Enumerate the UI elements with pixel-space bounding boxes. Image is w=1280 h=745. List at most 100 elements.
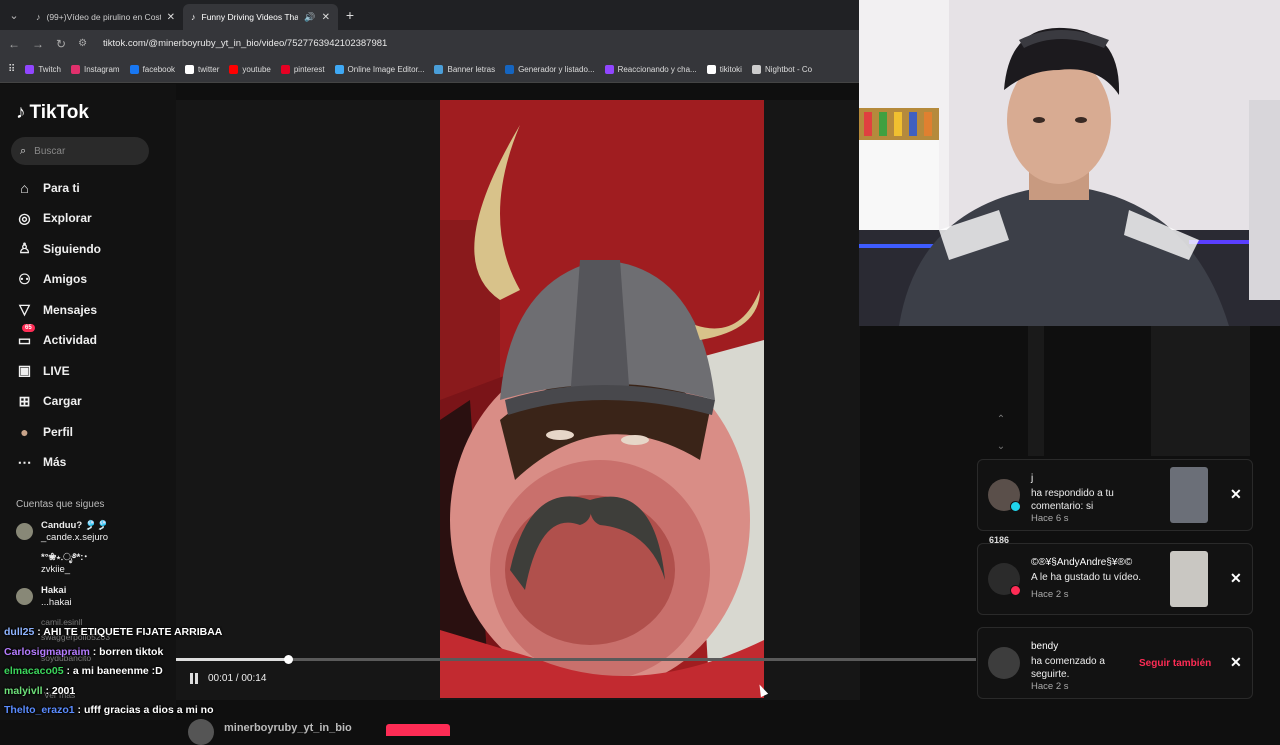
new-tab-button[interactable]: + <box>338 7 362 23</box>
video-frame[interactable] <box>440 100 764 698</box>
following-account[interactable]: *°❀⋆.ೃ࿔*:･ zvkiie_ <box>16 552 88 576</box>
chat-message: elmacaco05 : a mi baneenme :D <box>4 662 222 682</box>
chat-username: malyivll <box>4 684 43 697</box>
close-tab-icon[interactable]: ✕ <box>322 12 330 23</box>
nav-item-profile[interactable]: ● Perfil <box>16 423 73 440</box>
nav-item-compass[interactable]: ◎ Explorar <box>16 209 92 227</box>
nav-item-upload[interactable]: ⊞ Cargar <box>16 393 82 410</box>
nav-item-home[interactable]: ⌂ Para ti <box>16 179 79 196</box>
tab-title: Funny Driving Videos That I <box>201 12 299 22</box>
bookmark-item[interactable]: Generador y listado... <box>505 65 595 74</box>
chat-message: dull25 : AHI TE ETIQUETE FIJATE ARRIBAA <box>4 623 222 643</box>
nav-item-friends[interactable]: ⚇ Amigos <box>16 271 87 288</box>
follow-button[interactable] <box>385 724 450 736</box>
x-icon <box>185 65 195 74</box>
search-input[interactable]: ⌕ Buscar <box>11 137 149 165</box>
nav-item-messages[interactable]: ▽ Mensajes <box>16 301 97 318</box>
tab-title: (99+)Vídeo de pirulino en Costa <box>46 12 161 22</box>
notification-card[interactable]: ©®¥§AndyAndre§¥®© A le ha gustado tu víde… <box>977 543 1253 615</box>
following-handle: ...hakai <box>41 597 72 608</box>
bookmark-item[interactable]: pinterest <box>280 65 325 74</box>
bookmark-item[interactable]: Online Image Editor... <box>334 65 424 74</box>
author-avatar[interactable] <box>188 719 214 745</box>
nav-item-activity[interactable]: ▭ 65 Actividad <box>16 323 97 349</box>
chat-text: AHI TE ETIQUETE FIJATE ARRIBAA <box>43 626 223 638</box>
back-icon[interactable]: ← <box>8 37 20 51</box>
notification-message: A le ha gustado tu vídeo. <box>1031 572 1142 583</box>
bookmark-item[interactable]: tikitoki <box>706 65 742 74</box>
bookmark-item[interactable]: Banner letras <box>434 65 495 74</box>
viking-face-filter-video <box>440 100 764 698</box>
following-text: Canduu? 🎐🎐 _cande.x.sejuro <box>41 520 108 544</box>
bookmark-item[interactable]: Instagram <box>71 65 120 74</box>
following-handle: _cande.x.sejuro <box>41 532 109 543</box>
following-text: Hakai ...hakai <box>41 585 72 609</box>
bookmark-label: Instagram <box>84 65 120 74</box>
following-text: *°❀⋆.ೃ࿔*:･ zvkiie_ <box>41 552 88 576</box>
more-icon: ⋯ <box>17 453 32 470</box>
chevron-down-icon[interactable]: ⌄ <box>994 433 1008 460</box>
chevron-up-icon[interactable]: ⌃ <box>994 406 1008 433</box>
nav-label: Siguiendo <box>43 241 101 256</box>
home-icon: ⌂ <box>20 179 29 196</box>
compass-icon: ◎ <box>18 209 31 226</box>
video-progress-bar[interactable] <box>176 655 976 664</box>
tiktok-wordmark: TikTok <box>29 102 89 123</box>
apps-grid-icon[interactable]: ⠿ <box>8 64 15 75</box>
bookmark-item[interactable]: Nightbot - Co <box>751 65 812 74</box>
nav-label: Más <box>43 455 67 469</box>
bookmark-item[interactable]: twitter <box>185 65 219 74</box>
author-handle[interactable]: minerboyruby_yt_in_bio <box>224 722 352 734</box>
avatar <box>16 588 33 605</box>
video-thumbnail[interactable] <box>1170 467 1208 523</box>
nav-item-live[interactable]: ▣ LIVE <box>16 362 70 379</box>
nav-label: Perfil <box>43 424 74 439</box>
bookmark-item[interactable]: youtube <box>229 65 271 74</box>
bookmarks-bar: ⠿ Twitch Instagram facebook twitter youtube p… <box>0 57 860 83</box>
notification-card[interactable]: j ha respondido a tu comentario: si Hace 6… <box>977 459 1253 531</box>
notification-card[interactable]: bendy ha comenzado a seguirte. Hace 2 s Seg… <box>977 627 1253 699</box>
close-icon[interactable]: ✕ <box>1230 654 1242 671</box>
nav-label: Explorar <box>43 211 92 225</box>
tab-search-button[interactable]: ⌄ <box>0 0 28 30</box>
facebook-icon <box>129 65 139 74</box>
forward-icon[interactable]: → <box>32 37 44 51</box>
tiktok-icon <box>706 65 716 74</box>
pinterest-icon <box>280 65 290 74</box>
url-field[interactable]: tiktok.com/@minerboyruby_yt_in_bio/video… <box>103 38 387 49</box>
site-info-icon[interactable]: ⚙ <box>78 38 87 49</box>
tiktok-note-icon: ♪ <box>16 102 26 123</box>
video-thumbnail[interactable] <box>1170 551 1208 607</box>
instagram-icon <box>71 65 80 74</box>
close-tab-icon[interactable]: ✕ <box>167 12 175 23</box>
bookmark-item[interactable]: facebook <box>129 65 175 74</box>
avatar[interactable] <box>988 647 1020 679</box>
following-account[interactable]: Canduu? 🎐🎐 _cande.x.sejuro <box>16 520 108 544</box>
chat-separator: : <box>74 704 84 716</box>
nav-label: Cargar <box>43 394 82 408</box>
close-icon[interactable]: ✕ <box>1230 570 1242 587</box>
browser-tab[interactable]: ♪ (99+)Vídeo de pirulino en Costa ✕ <box>28 4 183 30</box>
audio-playing-icon[interactable]: 🔊 <box>304 12 315 23</box>
bookmark-label: tikitoki <box>719 65 742 74</box>
following-handle: zvkiie_ <box>41 564 71 575</box>
chat-separator: : <box>42 684 52 697</box>
tiktok-logo[interactable]: ♪ TikTok <box>16 102 89 124</box>
address-bar-row: ← → ↻ ⚙ tiktok.com/@minerboyruby_yt_in_b… <box>0 30 860 57</box>
bookmark-item[interactable]: Reaccionando y cha... <box>604 65 697 74</box>
heart-badge-icon <box>1010 585 1021 596</box>
reload-icon[interactable]: ↻ <box>56 37 66 51</box>
bookmark-item[interactable]: Twitch <box>25 65 61 74</box>
search-icon: ⌕ <box>20 144 27 157</box>
notification-badge: 65 <box>22 323 35 332</box>
activity-icon: ▭ 65 <box>16 323 35 349</box>
nav-item-more[interactable]: ⋯ Más <box>16 453 67 471</box>
twitch-icon <box>25 65 35 74</box>
browser-tab-active[interactable]: ♪ Funny Driving Videos That I 🔊 ✕ <box>183 4 338 30</box>
video-progress-handle[interactable] <box>284 655 293 664</box>
follow-back-button[interactable]: Seguir también <box>1139 658 1211 669</box>
close-icon[interactable]: ✕ <box>1230 486 1242 503</box>
following-account[interactable]: Hakai ...hakai <box>16 585 72 609</box>
bookmark-label: Banner letras <box>447 65 496 74</box>
nav-item-following[interactable]: ♙ Siguiendo <box>16 240 101 257</box>
